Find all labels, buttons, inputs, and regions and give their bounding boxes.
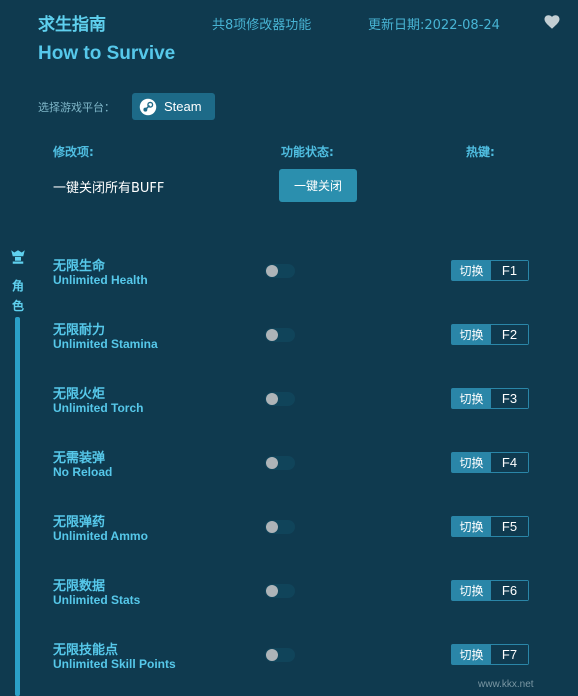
cheat-row: 无需装弹 No Reload 切换 F4 — [0, 447, 578, 487]
hotkey-key: F7 — [491, 645, 528, 664]
watermark: www.kkx.net — [478, 679, 534, 690]
cheat-name-zh: 无需装弹 — [53, 451, 106, 466]
hotkey-button[interactable]: 切换 F1 — [451, 260, 529, 281]
toggle-knob — [266, 585, 278, 597]
steam-platform-button[interactable]: Steam — [132, 93, 215, 120]
toggle-knob — [266, 265, 278, 277]
toggle-knob — [266, 457, 278, 469]
cheat-name-zh: 无限技能点 — [53, 643, 119, 658]
hotkey-button[interactable]: 切换 F5 — [451, 516, 529, 537]
cheat-name-en: Unlimited Stamina — [53, 337, 158, 351]
hotkey-switch-label: 切换 — [452, 453, 491, 472]
cheat-name-en: Unlimited Torch — [53, 401, 144, 415]
feature-count: 共8项修改器功能 — [212, 18, 312, 33]
column-hotkey: 热键: — [466, 145, 495, 159]
cheat-toggle[interactable] — [265, 264, 295, 278]
column-status: 功能状态: — [281, 145, 334, 159]
toggle-knob — [266, 393, 278, 405]
cheat-name-en: No Reload — [53, 465, 113, 479]
hotkey-button[interactable]: 切换 F6 — [451, 580, 529, 601]
hotkey-switch-label: 切换 — [452, 581, 491, 600]
hotkey-switch-label: 切换 — [452, 517, 491, 536]
hotkey-button[interactable]: 切换 F7 — [451, 644, 529, 665]
hotkey-key: F2 — [491, 325, 528, 344]
cheat-name-en: Unlimited Skill Points — [53, 657, 176, 671]
cheat-row: 无限耐力 Unlimited Stamina 切换 F2 — [0, 319, 578, 359]
cheat-toggle[interactable] — [265, 392, 295, 406]
toggle-knob — [266, 521, 278, 533]
cheat-name-en: Unlimited Stats — [53, 593, 141, 607]
cheat-row: 无限弹药 Unlimited Ammo 切换 F5 — [0, 511, 578, 551]
hotkey-switch-label: 切换 — [452, 325, 491, 344]
trainer-window: 求生指南 共8项修改器功能 更新日期:2022-08-24 How to Sur… — [0, 0, 578, 696]
steam-label: Steam — [164, 99, 202, 114]
toggle-knob — [266, 649, 278, 661]
cheat-toggle[interactable] — [265, 328, 295, 342]
toggle-knob — [266, 329, 278, 341]
cheat-name-zh: 无限数据 — [53, 579, 106, 594]
cheat-name-zh: 无限弹药 — [53, 515, 106, 530]
hotkey-key: F3 — [491, 389, 528, 408]
cheat-toggle[interactable] — [265, 648, 295, 662]
cheat-name-zh: 无限耐力 — [53, 323, 106, 338]
hotkey-key: F1 — [491, 261, 528, 280]
hotkey-key: F5 — [491, 517, 528, 536]
game-title-zh: 求生指南 — [38, 15, 106, 35]
update-date: 更新日期:2022-08-24 — [368, 18, 500, 33]
steam-icon — [139, 98, 157, 115]
cheat-toggle[interactable] — [265, 520, 295, 534]
disable-all-buff-button[interactable]: 一键关闭 — [279, 169, 357, 202]
column-mod: 修改项: — [53, 145, 94, 159]
hotkey-switch-label: 切换 — [452, 389, 491, 408]
cheat-toggle[interactable] — [265, 456, 295, 470]
cheat-name-zh: 无限火炬 — [53, 387, 106, 402]
cheat-row: 无限数据 Unlimited Stats 切换 F6 — [0, 575, 578, 615]
cheat-row: 无限技能点 Unlimited Skill Points 切换 F7 — [0, 639, 578, 679]
heart-icon[interactable] — [543, 13, 561, 31]
cheat-toggle[interactable] — [265, 584, 295, 598]
cheat-row: 无限火炬 Unlimited Torch 切换 F3 — [0, 383, 578, 423]
hotkey-button[interactable]: 切换 F2 — [451, 324, 529, 345]
platform-label: 选择游戏平台： — [38, 101, 115, 114]
hotkey-button[interactable]: 切换 F4 — [451, 452, 529, 473]
cheat-row: 无限生命 Unlimited Health 切换 F1 — [0, 255, 578, 295]
hotkey-switch-label: 切换 — [452, 261, 491, 280]
hotkey-key: F4 — [491, 453, 528, 472]
cheat-name-zh: 无限生命 — [53, 259, 106, 274]
game-title-en: How to Survive — [38, 43, 176, 64]
cheat-name-en: Unlimited Ammo — [53, 529, 148, 543]
hotkey-button[interactable]: 切换 F3 — [451, 388, 529, 409]
disable-buff-label: 一键关闭所有BUFF — [53, 181, 165, 196]
cheat-name-en: Unlimited Health — [53, 273, 148, 287]
hotkey-key: F6 — [491, 581, 528, 600]
hotkey-switch-label: 切换 — [452, 645, 491, 664]
